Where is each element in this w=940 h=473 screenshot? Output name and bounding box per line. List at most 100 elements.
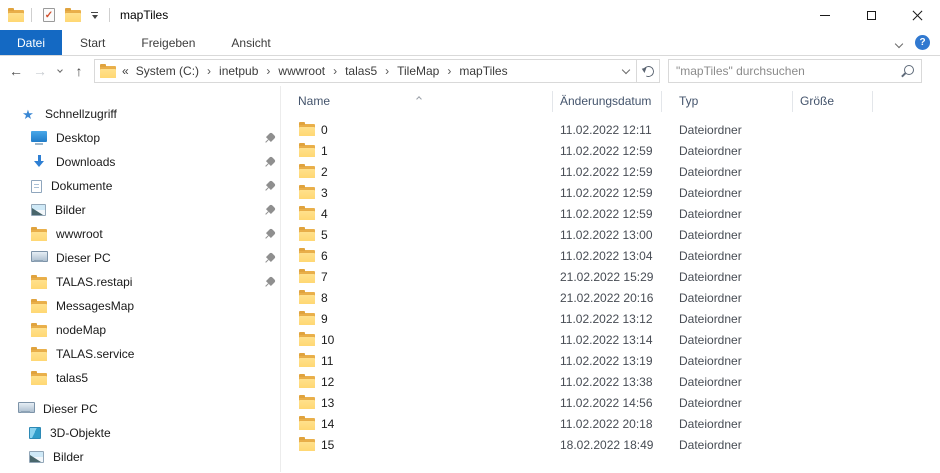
file-row-14[interactable]: 14 11.02.2022 20:18 Dateiordner — [281, 413, 940, 434]
file-row-0[interactable]: 0 11.02.2022 12:11 Dateiordner — [281, 119, 940, 140]
sidebar-item-dokumente[interactable]: Dokumente — [0, 174, 280, 198]
minimize-button[interactable] — [802, 0, 848, 30]
search-input[interactable] — [676, 64, 901, 78]
folder-icon — [299, 166, 315, 178]
breadcrumb-item-tilemap[interactable]: TileMap — [396, 64, 440, 78]
close-icon — [911, 9, 924, 22]
search-icon — [901, 65, 914, 78]
desktop-icon — [31, 131, 47, 145]
breadcrumb-separator: › — [326, 64, 344, 78]
breadcrumb-item-system-c[interactable]: System (C:) — [135, 64, 200, 78]
window-controls — [802, 0, 940, 30]
close-button[interactable] — [894, 0, 940, 30]
sidebar-item-talas-restapi[interactable]: TALAS.restapi — [0, 270, 280, 294]
sidebar-item-talas5[interactable]: talas5 — [0, 366, 280, 390]
breadcrumb-item-wwwroot[interactable]: wwwroot — [277, 64, 326, 78]
breadcrumb-separator: › — [200, 64, 218, 78]
file-row-2[interactable]: 2 11.02.2022 12:59 Dateiordner — [281, 161, 940, 182]
pictures-icon — [29, 451, 44, 463]
file-row-12[interactable]: 12 11.02.2022 13:38 Dateiordner — [281, 371, 940, 392]
star-icon — [20, 107, 36, 121]
pc-icon — [18, 402, 34, 416]
help-button[interactable]: ? — [915, 35, 930, 50]
sidebar-item-messagesmap[interactable]: MessagesMap — [0, 294, 280, 318]
file-row-9[interactable]: 9 11.02.2022 13:12 Dateiordner — [281, 308, 940, 329]
file-row-13[interactable]: 13 11.02.2022 14:56 Dateiordner — [281, 392, 940, 413]
file-row-8[interactable]: 8 21.02.2022 20:16 Dateiordner — [281, 287, 940, 308]
qat-properties-button[interactable]: ✓ — [39, 6, 59, 24]
expand-ribbon-button[interactable] — [896, 35, 902, 50]
file-row-5[interactable]: 5 11.02.2022 13:00 Dateiordner — [281, 224, 940, 245]
qat-new-folder-button[interactable] — [61, 7, 85, 24]
file-row-1[interactable]: 1 11.02.2022 12:59 Dateiordner — [281, 140, 940, 161]
titlebar: ✓ mapTiles — [0, 0, 940, 30]
folder-icon — [31, 229, 47, 241]
breadcrumb-item-inetpub[interactable]: inetpub — [218, 64, 259, 78]
file-row-3[interactable]: 3 11.02.2022 12:59 Dateiordner — [281, 182, 940, 203]
breadcrumb-separator: › — [378, 64, 396, 78]
recent-locations-button[interactable] — [52, 58, 67, 84]
titlebar-separator — [31, 8, 32, 22]
maximize-button[interactable] — [848, 0, 894, 30]
folder-icon — [31, 277, 47, 289]
pin-icon — [264, 205, 275, 219]
breadcrumb-overflow[interactable]: « — [122, 64, 129, 78]
chevron-down-icon — [895, 40, 903, 48]
folder-icon — [299, 397, 315, 409]
folder-icon — [299, 208, 315, 220]
tab-ansicht[interactable]: Ansicht — [213, 30, 288, 55]
tab-datei[interactable]: Datei — [0, 30, 62, 55]
sidebar-item-bilder[interactable]: Bilder — [0, 445, 280, 469]
sidebar-item-wwwroot[interactable]: wwwroot — [0, 222, 280, 246]
tab-start[interactable]: Start — [62, 30, 123, 55]
file-row-6[interactable]: 6 11.02.2022 13:04 Dateiordner — [281, 245, 940, 266]
pin-icon — [264, 157, 275, 171]
folder-icon — [299, 124, 315, 136]
folder-icon — [31, 349, 47, 361]
quick-access-toolbar: ✓ — [39, 6, 102, 24]
sidebar-item-bilder[interactable]: Bilder — [0, 198, 280, 222]
folder-icon — [299, 145, 315, 157]
ribbon-tab-row: Datei Start Freigeben Ansicht ? — [0, 30, 940, 56]
folder-icon — [299, 229, 315, 241]
sidebar-item-talas-service[interactable]: TALAS.service — [0, 342, 280, 366]
pin-icon — [264, 229, 275, 243]
folder-icon — [299, 355, 315, 367]
pin-icon — [264, 133, 275, 147]
new-folder-icon — [65, 10, 81, 22]
file-row-10[interactable]: 10 11.02.2022 13:14 Dateiordner — [281, 329, 940, 350]
column-header-modified[interactable]: Änderungsdatum — [553, 91, 662, 112]
sidebar-item-nodemap[interactable]: nodeMap — [0, 318, 280, 342]
column-header-size[interactable]: Größe — [793, 91, 873, 112]
up-button[interactable]: ↑ — [67, 58, 91, 84]
sidebar-item-schnellzugriff[interactable]: Schnellzugriff — [0, 102, 280, 126]
qat-customize-button[interactable] — [87, 10, 102, 21]
sidebar-item-dieser-pc[interactable]: Dieser PC — [0, 246, 280, 270]
back-button[interactable]: ← — [4, 58, 28, 84]
address-dropdown-button[interactable] — [616, 60, 636, 82]
up-arrow-icon: ↑ — [76, 64, 83, 78]
folder-icon — [299, 439, 315, 451]
column-header-type[interactable]: Typ — [662, 91, 793, 112]
titlebar-separator — [109, 8, 110, 22]
downloads-icon — [31, 155, 47, 169]
breadcrumb-item-talas5[interactable]: talas5 — [344, 64, 378, 78]
sidebar-item-desktop[interactable]: Desktop — [0, 126, 280, 150]
folder-icon — [299, 313, 315, 325]
breadcrumb-item-maptiles[interactable]: mapTiles — [458, 64, 508, 78]
sidebar-item-3d-objekte[interactable]: 3D-Objekte — [0, 421, 280, 445]
file-row-4[interactable]: 4 11.02.2022 12:59 Dateiordner — [281, 203, 940, 224]
sidebar-item-downloads[interactable]: Downloads — [0, 150, 280, 174]
file-row-11[interactable]: 11 11.02.2022 13:19 Dateiordner — [281, 350, 940, 371]
file-row-7[interactable]: 7 21.02.2022 15:29 Dateiordner — [281, 266, 940, 287]
sidebar-item-dieser-pc[interactable]: Dieser PC — [0, 397, 280, 421]
forward-button[interactable]: → — [28, 58, 52, 84]
folder-icon — [299, 250, 315, 262]
file-row-15[interactable]: 15 18.02.2022 18:49 Dateiordner — [281, 434, 940, 455]
address-bar[interactable]: «System (C:)›inetpub›wwwroot›talas5›Tile… — [94, 59, 660, 83]
tab-freigeben[interactable]: Freigeben — [123, 30, 213, 55]
file-list: Name Änderungsdatum Typ Größe 0 11.02.20… — [281, 86, 940, 472]
pin-icon — [264, 181, 275, 195]
refresh-button[interactable] — [636, 60, 659, 82]
address-folder-icon — [100, 66, 116, 78]
